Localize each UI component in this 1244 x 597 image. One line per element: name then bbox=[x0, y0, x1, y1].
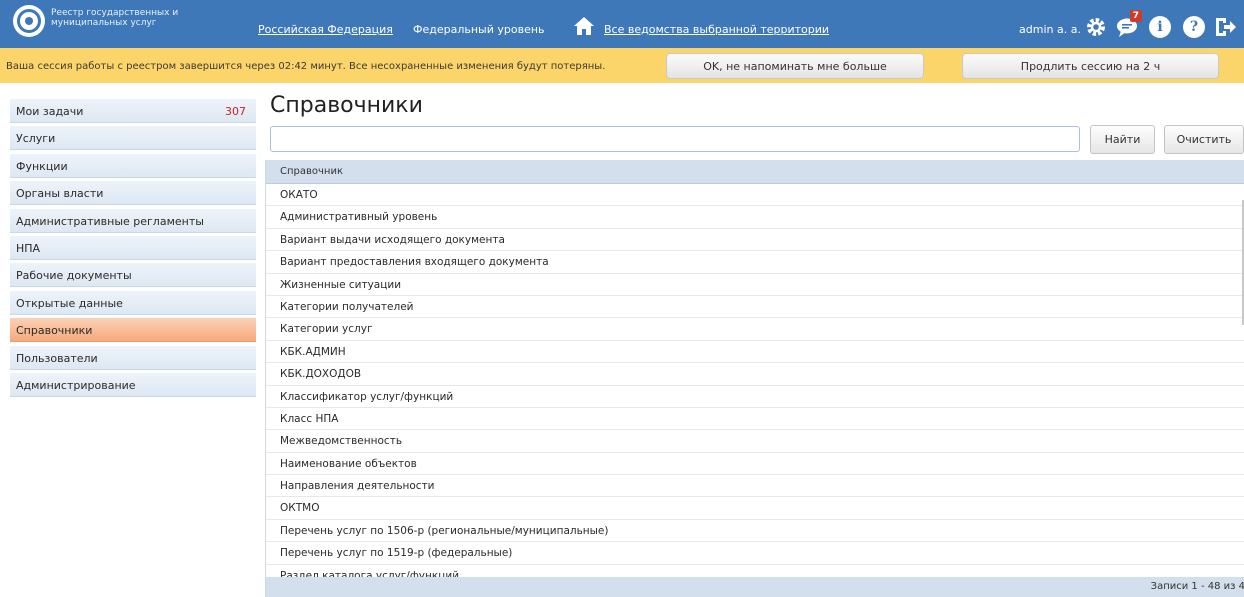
sidebar-item-authorities[interactable]: Органы власти bbox=[10, 181, 256, 206]
territory-link[interactable]: Российская Федерация bbox=[258, 23, 393, 36]
top-header: Реестр государственных и муниципальных у… bbox=[0, 0, 1244, 48]
session-message: Ваша сессия работы с реестром завершится… bbox=[6, 61, 606, 72]
table-header[interactable]: Справочник bbox=[266, 160, 1244, 184]
table-row[interactable]: Класс НПА bbox=[266, 408, 1244, 431]
sidebar-item-npa[interactable]: НПА bbox=[10, 235, 256, 260]
table-row[interactable]: ОКАТО bbox=[266, 184, 1244, 207]
tasks-count: 307 bbox=[225, 105, 246, 118]
table-row[interactable]: Направления деятельности bbox=[266, 475, 1244, 498]
table-row[interactable]: Категории услуг bbox=[266, 318, 1244, 341]
home-icon[interactable] bbox=[573, 16, 595, 36]
sidebar-item-regulations[interactable]: Административные регламенты bbox=[10, 208, 256, 233]
sidebar-item-my-tasks[interactable]: Мои задачи 307 bbox=[10, 99, 256, 123]
logo-icon[interactable] bbox=[13, 5, 45, 37]
sidebar-item-users[interactable]: Пользователи bbox=[10, 345, 256, 370]
sidebar-item-directories[interactable]: Справочники bbox=[10, 318, 256, 343]
table-row[interactable]: Классификатор услуг/функций bbox=[266, 386, 1244, 408]
directories-table: Справочник ОКАТО Административный уровень… bbox=[265, 160, 1244, 597]
table-row[interactable]: Категории получателей bbox=[266, 296, 1244, 319]
chat-icon[interactable]: 7 bbox=[1114, 10, 1142, 40]
sidebar-item-work-documents[interactable]: Рабочие документы bbox=[10, 263, 256, 288]
sidebar-item-label: Администрирование bbox=[16, 378, 136, 392]
sidebar-item-label: Мои задачи bbox=[16, 105, 84, 118]
clear-button[interactable]: Очистить bbox=[1164, 125, 1244, 154]
sidebar-item-label: Услуги bbox=[16, 132, 56, 146]
level-link[interactable]: Федеральный уровень bbox=[413, 23, 545, 36]
logout-icon[interactable] bbox=[1212, 14, 1238, 40]
sidebar-nav: Мои задачи 307 Услуги Функции Органы вла… bbox=[10, 99, 256, 400]
user-name[interactable]: admin a. a. bbox=[1019, 23, 1081, 36]
page-title: Справочники bbox=[270, 93, 423, 118]
sidebar-item-label: Административные регламенты bbox=[16, 214, 204, 228]
departments-link[interactable]: Все ведомства выбранной территории bbox=[604, 23, 829, 36]
table-body: ОКАТО Административный уровень Вариант выд… bbox=[266, 184, 1244, 588]
sidebar-item-label: Открытые данные bbox=[16, 296, 123, 310]
sidebar-item-label: Справочники bbox=[16, 324, 93, 338]
table-row[interactable]: Вариант выдачи исходящего документа bbox=[266, 229, 1244, 252]
dismiss-reminder-button[interactable]: OK, не напоминать мне больше bbox=[666, 53, 924, 79]
table-row[interactable]: Перечень услуг по 1506-р (региональные/м… bbox=[266, 520, 1244, 543]
sidebar-item-open-data[interactable]: Открытые данные bbox=[10, 290, 256, 315]
messages-badge: 7 bbox=[1129, 10, 1142, 22]
search-input[interactable] bbox=[270, 126, 1080, 152]
table-row[interactable]: КБК.ДОХОДОВ bbox=[266, 363, 1244, 386]
help-icon[interactable]: ? bbox=[1181, 14, 1207, 40]
sidebar-item-label: Функции bbox=[16, 159, 68, 173]
table-row[interactable]: Административный уровень bbox=[266, 206, 1244, 229]
session-warning-bar: Ваша сессия работы с реестром завершится… bbox=[0, 48, 1244, 83]
sidebar-item-label: Рабочие документы bbox=[16, 269, 132, 283]
table-row[interactable]: Наименование объектов bbox=[266, 453, 1244, 476]
table-row[interactable]: Жизненные ситуации bbox=[266, 274, 1244, 296]
sidebar-item-functions[interactable]: Функции bbox=[10, 153, 256, 178]
table-row[interactable]: ОКТМО bbox=[266, 497, 1244, 520]
gear-icon[interactable] bbox=[1083, 14, 1109, 40]
sidebar-item-administration[interactable]: Администрирование bbox=[10, 372, 256, 397]
find-button[interactable]: Найти bbox=[1090, 125, 1155, 154]
sidebar-item-label: НПА bbox=[16, 241, 41, 255]
table-row[interactable]: КБК.АДМИН bbox=[266, 341, 1244, 364]
records-counter: Записи 1 - 48 из 4 bbox=[266, 577, 1244, 597]
sidebar-item-label: Органы власти bbox=[16, 187, 104, 201]
table-row[interactable]: Перечень услуг по 1519-р (федеральные) bbox=[266, 542, 1244, 565]
sidebar-item-label: Пользователи bbox=[16, 351, 98, 365]
table-row[interactable]: Вариант предоставления входящего докумен… bbox=[266, 251, 1244, 274]
table-row[interactable]: Межведомственность bbox=[266, 430, 1244, 453]
info-icon[interactable]: i bbox=[1147, 14, 1173, 40]
sidebar-item-services[interactable]: Услуги bbox=[10, 126, 256, 151]
extend-session-button[interactable]: Продлить сессию на 2 ч bbox=[962, 53, 1219, 79]
app-title[interactable]: Реестр государственных и муниципальных у… bbox=[51, 8, 191, 28]
